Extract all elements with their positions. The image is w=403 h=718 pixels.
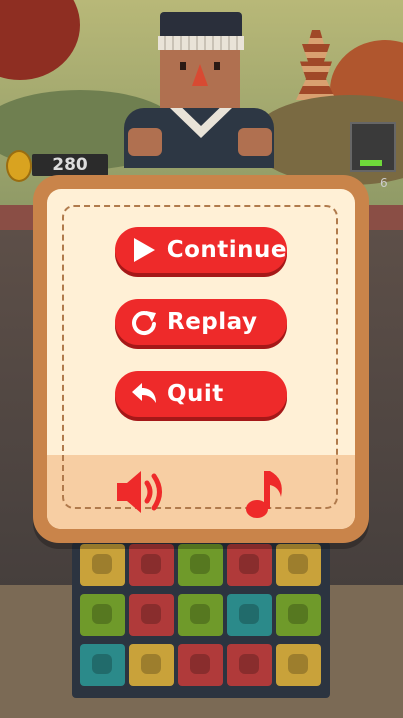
tile-red[interactable] [178, 644, 223, 686]
tile-red[interactable] [129, 544, 174, 586]
chef-hand-right [238, 128, 272, 156]
chef-eye [180, 62, 186, 70]
pause-menu: Continue Replay Quit [33, 175, 369, 543]
tile-green[interactable] [178, 594, 223, 636]
tank-count: 6 [380, 176, 388, 190]
coin-icon [6, 150, 32, 182]
play-icon [129, 235, 159, 265]
tile-yellow[interactable] [80, 544, 125, 586]
quit-button[interactable]: Quit [115, 371, 287, 417]
score-display: 280 [32, 154, 108, 176]
tile-teal[interactable] [80, 644, 125, 686]
replay-label: Replay [167, 309, 258, 335]
quit-label: Quit [167, 381, 224, 407]
tile-symbol [92, 604, 112, 624]
tile-red[interactable] [129, 594, 174, 636]
chef-eye [214, 62, 220, 70]
tile-symbol [239, 654, 259, 674]
tile-symbol [239, 604, 259, 624]
continue-label: Continue [166, 237, 287, 263]
tile-teal[interactable] [227, 594, 272, 636]
tile-symbol [190, 604, 210, 624]
chef-nose [192, 64, 208, 86]
tile-green[interactable] [276, 594, 321, 636]
tile-symbol [288, 604, 308, 624]
tile-yellow[interactable] [276, 644, 321, 686]
replay-icon [129, 307, 159, 337]
tile-green[interactable] [178, 544, 223, 586]
tank-level [360, 160, 382, 166]
tile-symbol [288, 554, 308, 574]
continue-button[interactable]: Continue [115, 227, 287, 273]
pause-menu-panel: Continue Replay Quit [47, 189, 355, 529]
tile-symbol [288, 654, 308, 674]
replay-button[interactable]: Replay [115, 299, 287, 345]
tile-red[interactable] [227, 544, 272, 586]
tile-yellow[interactable] [276, 544, 321, 586]
tile-symbol [141, 554, 161, 574]
tile-symbol [190, 654, 210, 674]
chef-hand-left [128, 128, 162, 156]
tile-symbol [92, 654, 112, 674]
music-note-icon[interactable] [243, 465, 293, 521]
tile-symbol [190, 554, 210, 574]
chef-face [160, 50, 240, 108]
back-arrow-icon [129, 379, 159, 409]
tile-symbol [239, 554, 259, 574]
tile-green[interactable] [80, 594, 125, 636]
sound-icon[interactable] [113, 465, 171, 519]
tile-board [72, 542, 330, 698]
tile-yellow[interactable] [129, 644, 174, 686]
tile-red[interactable] [227, 644, 272, 686]
tile-symbol [141, 604, 161, 624]
tile-symbol [92, 554, 112, 574]
tile-symbol [141, 654, 161, 674]
chef-headband [158, 36, 244, 50]
